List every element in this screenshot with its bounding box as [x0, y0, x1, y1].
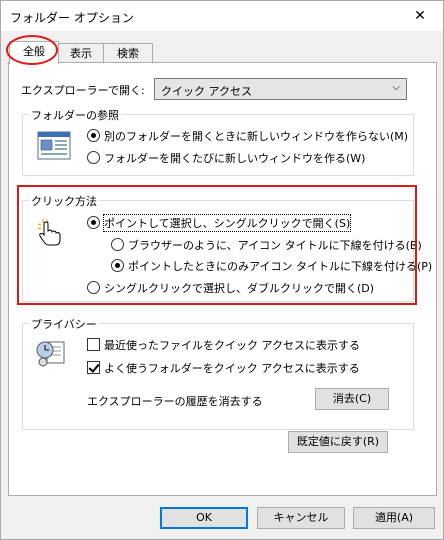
window-title: フォルダー オプション [10, 11, 134, 25]
close-icon[interactable]: ✕ [397, 1, 443, 31]
apply-button[interactable]: 適用(A) [353, 507, 435, 529]
folder-browse-group: フォルダーの参照 別のフォルダーを開くときに新しいウィンドウを作らない(M) フ… [22, 107, 414, 176]
privacy-settings-icon [35, 338, 67, 371]
chevron-down-icon: ⌵ [392, 82, 400, 93]
recent-files-checkbox[interactable] [87, 338, 100, 351]
explorer-open-select[interactable]: クイック アクセス ⌵ [154, 78, 407, 100]
new-window-off-radio[interactable] [87, 129, 100, 142]
clear-history-button[interactable]: 消去(C) [315, 388, 389, 410]
frequent-folders-checkbox[interactable] [87, 361, 100, 374]
window-list-icon [37, 131, 71, 164]
tab-search[interactable]: 検索 [103, 43, 153, 63]
frequent-folders-label[interactable]: よく使うフォルダーをクイック アクセスに表示する [104, 360, 360, 376]
new-window-on-label[interactable]: フォルダーを開くたびに新しいウィンドウを作る(W) [104, 150, 365, 166]
title-bar: フォルダー オプション ✕ [1, 1, 443, 31]
restore-defaults-button[interactable]: 既定値に戻す(R) [288, 431, 388, 453]
explorer-open-value: クイック アクセス [161, 85, 252, 98]
privacy-group: プライバシー 最近使ったファイルをクイック アクセスに表示する よく使うフォルダ… [22, 316, 414, 430]
new-window-on-radio[interactable] [87, 151, 100, 164]
new-window-off-label[interactable]: 別のフォルダーを開くときに新しいウィンドウを作らない(M) [104, 128, 408, 144]
explorer-open-label: エクスプローラーで開く: [21, 84, 145, 97]
ok-button[interactable]: OK [160, 507, 248, 529]
folder-browse-title: フォルダーの参照 [29, 107, 121, 123]
tab-view[interactable]: 表示 [57, 43, 105, 63]
click-method-annotation-frame [17, 185, 417, 305]
folder-options-dialog: フォルダー オプション ✕ 全般 表示 検索 エクスプローラーで開く: クイック… [0, 0, 444, 540]
clear-history-label: エクスプローラーの履歴を消去する [87, 395, 263, 408]
privacy-title: プライバシー [29, 316, 99, 332]
tab-annotation-circle [6, 35, 58, 65]
cancel-button[interactable]: キャンセル [257, 507, 345, 529]
recent-files-label[interactable]: 最近使ったファイルをクイック アクセスに表示する [104, 337, 360, 353]
